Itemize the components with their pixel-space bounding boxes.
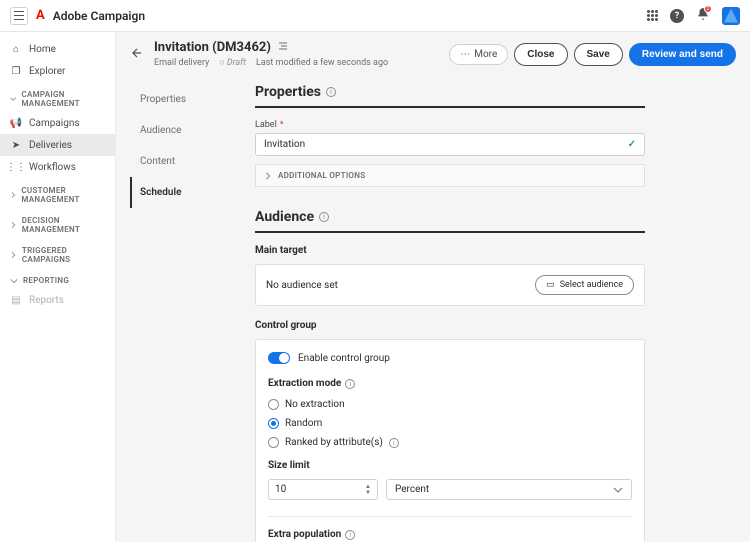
app-switcher-icon[interactable]	[647, 10, 658, 21]
step-down-icon[interactable]: ▼	[365, 490, 371, 495]
explorer-icon: ❐	[10, 65, 22, 77]
main-target-heading: Main target	[255, 245, 645, 256]
chart-icon: ▤	[10, 294, 22, 306]
menu-toggle[interactable]	[10, 7, 28, 25]
avatar[interactable]	[722, 7, 740, 25]
size-limit-input[interactable]: 10▲▼	[268, 479, 378, 500]
no-audience-label: No audience set	[266, 280, 338, 291]
extraction-mode-heading: Extraction modei	[268, 378, 632, 389]
audience-icon: ▭	[546, 280, 555, 290]
settings-icon[interactable]	[277, 40, 289, 55]
size-limit-heading: Size limit	[268, 460, 632, 471]
nav-section-campaign[interactable]: CAMPAIGN MANAGEMENT	[0, 82, 115, 112]
nav-home[interactable]: ⌂Home	[0, 38, 115, 60]
chevron-right-icon	[264, 172, 272, 180]
delivery-type: Email delivery	[154, 58, 209, 68]
tab-properties[interactable]: Properties	[130, 84, 225, 115]
close-button[interactable]: Close	[514, 43, 567, 66]
info-icon[interactable]: i	[326, 87, 336, 97]
nav-section-triggered[interactable]: TRIGGERED CAMPAIGNS	[0, 238, 115, 268]
nav-explorer[interactable]: ❐Explorer	[0, 60, 115, 82]
chevron-down-icon	[10, 277, 18, 285]
home-icon: ⌂	[10, 43, 22, 55]
label-field-label: Label*	[255, 120, 645, 130]
control-group-heading: Control group	[255, 320, 645, 331]
adobe-logo-icon: A	[36, 8, 45, 23]
review-send-button[interactable]: Review and send	[629, 43, 736, 66]
tab-schedule[interactable]: Schedule	[130, 177, 225, 208]
tab-content[interactable]: Content	[130, 146, 225, 177]
radio-no-extraction[interactable]: No extraction	[268, 399, 632, 410]
dots-icon: ⋯	[460, 49, 470, 60]
chevron-down-icon	[10, 95, 16, 103]
select-audience-button[interactable]: ▭Select audience	[535, 275, 634, 295]
audience-heading: Audiencei	[255, 209, 645, 233]
brand-name: Adobe Campaign	[53, 9, 145, 23]
last-modified: Last modified a few seconds ago	[256, 58, 388, 68]
nav-section-decision[interactable]: DECISION MANAGEMENT	[0, 208, 115, 238]
label-input[interactable]: Invitation✓	[255, 133, 645, 156]
check-icon: ✓	[628, 139, 636, 150]
save-button[interactable]: Save	[574, 43, 623, 66]
chevron-down-icon	[613, 485, 623, 495]
properties-heading: Propertiesi	[255, 84, 645, 108]
radio-random[interactable]: Random	[268, 418, 632, 429]
notification-badge: 2	[704, 5, 712, 13]
radio-ranked[interactable]: Ranked by attribute(s)i	[268, 437, 632, 448]
back-button[interactable]	[130, 46, 144, 63]
workflow-icon: ⋮⋮	[10, 161, 22, 173]
chevron-right-icon	[10, 191, 16, 199]
extra-population-heading: Extra populationi	[268, 529, 632, 540]
additional-options-accordion[interactable]: ADDITIONAL OPTIONS	[255, 164, 645, 187]
info-icon[interactable]: i	[345, 379, 355, 389]
enable-control-group-label: Enable control group	[298, 353, 390, 364]
megaphone-icon: 📢	[10, 117, 22, 129]
more-button[interactable]: ⋯More	[449, 44, 508, 65]
page-title: Invitation (DM3462)	[154, 40, 271, 55]
chevron-right-icon	[10, 251, 17, 259]
tab-audience[interactable]: Audience	[130, 115, 225, 146]
help-icon[interactable]: ?	[670, 9, 684, 23]
nav-section-reporting[interactable]: REPORTING	[0, 268, 115, 289]
info-icon[interactable]: i	[345, 530, 355, 540]
nav-workflows[interactable]: ⋮⋮Workflows	[0, 156, 115, 178]
size-unit-select[interactable]: Percent	[386, 479, 632, 500]
info-icon[interactable]: i	[389, 438, 399, 448]
nav-deliveries[interactable]: ➤Deliveries	[0, 134, 115, 156]
chevron-right-icon	[10, 221, 17, 229]
nav-section-customer[interactable]: CUSTOMER MANAGEMENT	[0, 178, 115, 208]
info-icon[interactable]: i	[319, 212, 329, 222]
enable-control-group-toggle[interactable]	[268, 352, 290, 364]
notifications-icon[interactable]: 2	[696, 7, 710, 24]
send-icon: ➤	[10, 139, 22, 151]
nav-reports[interactable]: ▤Reports	[0, 289, 115, 311]
nav-campaigns[interactable]: 📢Campaigns	[0, 112, 115, 134]
status-badge: ○ Draft	[219, 57, 246, 68]
